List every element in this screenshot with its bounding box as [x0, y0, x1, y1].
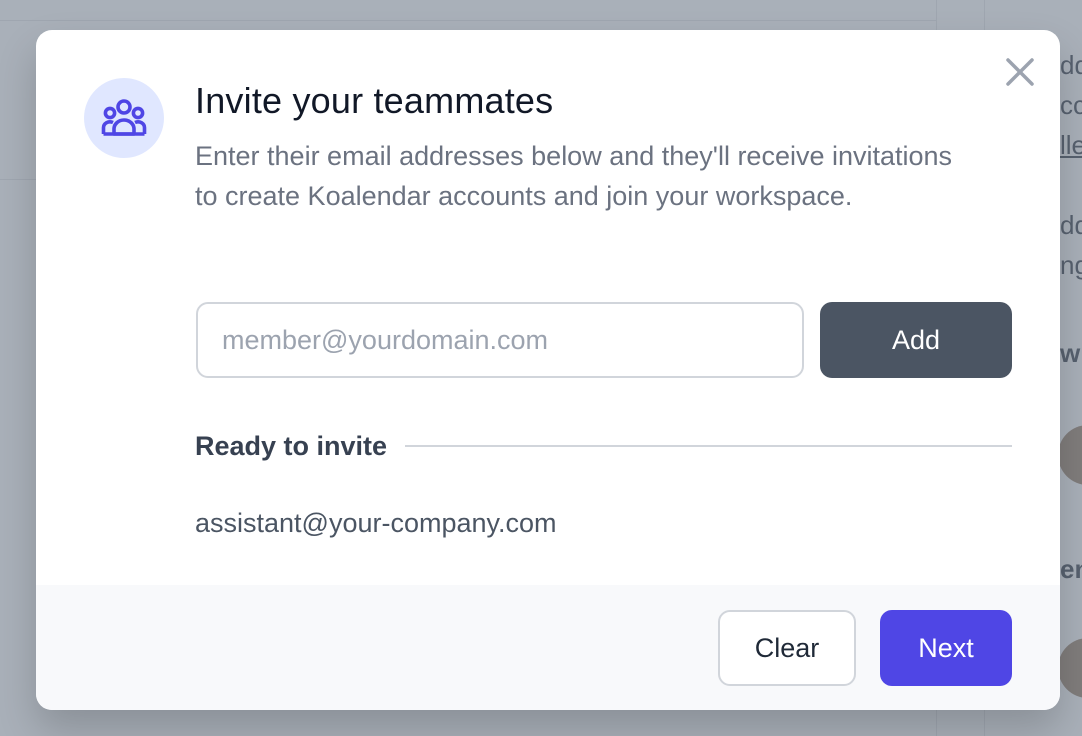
section-label: Ready to invite: [195, 430, 388, 461]
email-input[interactable]: [196, 302, 804, 378]
dialog-description: Enter their email addresses below and th…: [195, 141, 953, 211]
invitee-email: assistant@your-company.com: [195, 508, 557, 538]
user-group-icon: [101, 99, 147, 136]
ready-to-invite-header: Ready to invite: [195, 428, 1012, 464]
dialog-footer: Clear Next: [36, 585, 1060, 710]
close-button[interactable]: [1000, 52, 1040, 92]
user-group-icon-badge: [84, 78, 164, 158]
dialog-title: Invite your teammates: [195, 80, 554, 121]
close-icon: [1006, 58, 1034, 86]
next-button[interactable]: Next: [880, 610, 1012, 686]
add-button[interactable]: Add: [820, 302, 1012, 378]
clear-button[interactable]: Clear: [718, 610, 856, 686]
section-divider: [405, 445, 1012, 447]
invite-teammates-dialog: Invite your teammates Enter their email …: [36, 30, 1060, 710]
